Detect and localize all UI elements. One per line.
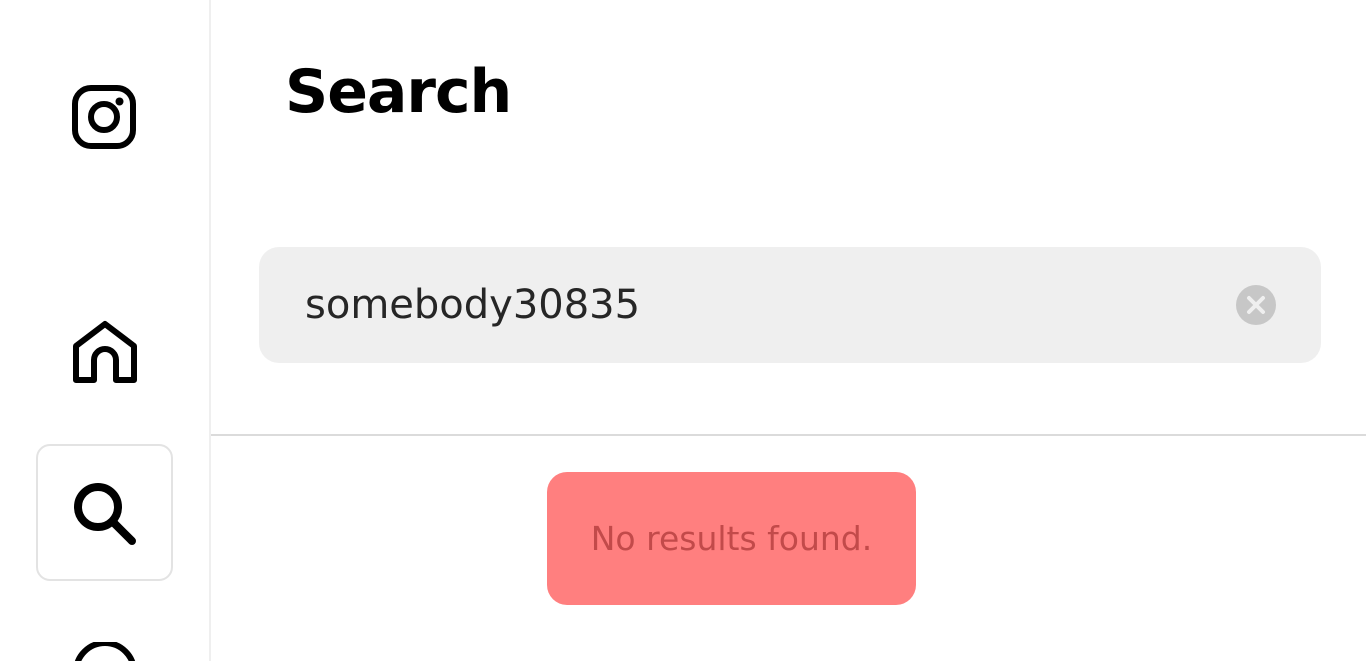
nav-rail: [0, 0, 211, 661]
search-icon: [70, 481, 140, 545]
search-panel: Search No results found.: [211, 0, 1366, 661]
nav-explore-button[interactable]: [36, 606, 173, 661]
instagram-icon[interactable]: [71, 84, 137, 150]
search-input[interactable]: [305, 247, 1205, 363]
nav-search-button[interactable]: [36, 444, 173, 581]
app-window: Search No results found.: [0, 0, 1366, 661]
home-icon: [70, 318, 140, 384]
clear-icon[interactable]: [1236, 285, 1276, 325]
search-box[interactable]: [259, 247, 1321, 363]
divider: [211, 434, 1366, 436]
explore-icon: [70, 642, 140, 661]
nav-home-button[interactable]: [36, 282, 173, 419]
no-results-message: No results found.: [547, 472, 916, 605]
panel-title: Search: [285, 57, 512, 127]
